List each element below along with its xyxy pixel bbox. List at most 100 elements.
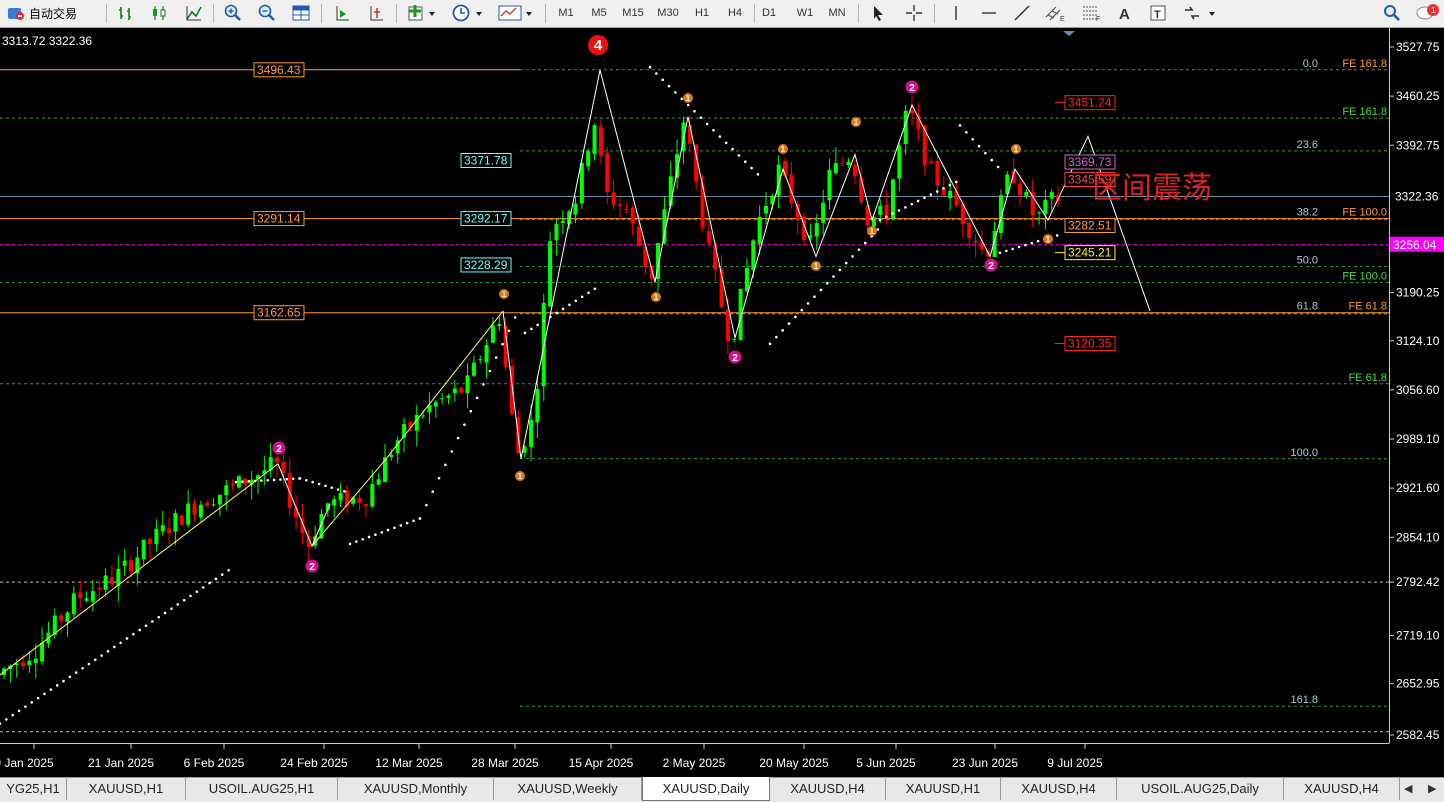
sar-dot xyxy=(336,488,340,491)
tab-usoil-h1[interactable]: USOIL.AUG25,H1 xyxy=(186,778,338,800)
sar-dot xyxy=(1030,241,1034,245)
auto-trading-button[interactable]: 自动交易 xyxy=(6,3,98,23)
sar-dot xyxy=(844,261,848,265)
fe-label: FE 100.0 xyxy=(1342,207,1387,219)
cyan-price-tag-text: 3228.29 xyxy=(464,258,508,272)
periods-button[interactable] xyxy=(449,3,487,23)
sar-dot xyxy=(285,477,289,481)
arrows-button[interactable] xyxy=(1180,3,1220,23)
indicators-button[interactable] xyxy=(404,3,440,23)
price-info: 3313.72 3322.36 xyxy=(2,34,92,48)
crosshair-button[interactable] xyxy=(902,3,926,23)
text-label-button[interactable]: T xyxy=(1146,3,1170,23)
sar-dot xyxy=(648,65,652,69)
timeframe-m1[interactable]: M1 xyxy=(550,3,582,23)
sar-dot xyxy=(298,477,302,480)
wave-label-text: 1 xyxy=(854,118,859,127)
wave-label-text: 1 xyxy=(502,290,507,299)
tile-windows-button[interactable] xyxy=(289,3,313,23)
tab-xauusd-h1-b[interactable]: XAUUSD,H1 xyxy=(886,778,1001,800)
zoom-out-button[interactable] xyxy=(255,3,279,23)
timeframe-h1[interactable]: H1 xyxy=(686,3,718,23)
candle-body xyxy=(1030,191,1035,216)
tab-xauusd-h1[interactable]: XAUUSD,H1 xyxy=(67,778,186,800)
chart-shift-marker-icon[interactable] xyxy=(1063,31,1075,36)
svg-text:E: E xyxy=(1060,16,1065,22)
chart-canvas[interactable]: 0.0 23.6 38.2 50.0 61.8 100.0 161.8 FE 161.8 FE … xyxy=(0,28,1444,773)
sar-dot xyxy=(699,116,703,119)
tab-usoil-daily[interactable]: USOIL.AUG25,Daily xyxy=(1117,778,1284,800)
line-chart-icon xyxy=(186,6,202,21)
price-chart[interactable]: 0.0 23.6 38.2 50.0 61.8 100.0 161.8 FE 161.8 FE … xyxy=(0,28,1444,773)
fibonacci-button[interactable]: F xyxy=(1078,3,1106,23)
candle-body xyxy=(490,325,495,343)
notifications-button[interactable]: 1 xyxy=(1414,3,1440,23)
auto-trading-icon xyxy=(7,5,25,21)
fe-label: FE 161.8 xyxy=(1342,106,1387,118)
template-icon xyxy=(498,5,532,21)
templates-button[interactable] xyxy=(495,3,537,23)
candle-body xyxy=(757,216,762,244)
candlestick-button[interactable] xyxy=(147,3,171,23)
tab-xauusd-weekly[interactable]: XAUUSD,Weekly xyxy=(494,778,642,800)
timeframe-m15[interactable]: M15 xyxy=(617,3,649,23)
candle-body xyxy=(332,499,337,506)
sar-dot xyxy=(800,308,804,312)
timeframe-mn[interactable]: MN xyxy=(821,3,853,23)
timeframe-w1[interactable]: W1 xyxy=(789,3,821,23)
tab-xauusd-h4-b[interactable]: XAUUSD,H4 xyxy=(1001,778,1117,800)
sar-dot xyxy=(17,709,21,713)
sar-dot xyxy=(279,478,282,481)
tabs-scroll-right-icon[interactable]: ▶ xyxy=(1428,778,1436,800)
sar-dot xyxy=(311,480,315,484)
right-price-tag-text: 3282.51 xyxy=(1068,218,1112,232)
sar-dot xyxy=(667,84,671,88)
trendline-button[interactable] xyxy=(1010,3,1034,23)
cursor-button[interactable] xyxy=(866,3,890,23)
search-icon xyxy=(1384,5,1400,21)
timeframe-m5[interactable]: M5 xyxy=(583,3,615,23)
sar-dot xyxy=(176,603,180,606)
tab-xauusd-daily[interactable]: XAUUSD,Daily xyxy=(642,777,770,801)
sar-dot xyxy=(686,103,690,107)
auto-scroll-button[interactable] xyxy=(330,3,354,23)
tab-yg25-h1[interactable]: YG25,H1 xyxy=(0,778,67,800)
tab-xauusd-h4[interactable]: XAUUSD,H4 xyxy=(770,778,886,800)
sar-dot xyxy=(542,319,546,323)
candle-body xyxy=(40,642,45,662)
search-button[interactable] xyxy=(1380,3,1404,23)
equidistant-channel-button[interactable]: E xyxy=(1042,3,1070,23)
timeframe-m30[interactable]: M30 xyxy=(652,3,684,23)
trendline-icon xyxy=(1014,5,1030,21)
text-tool-button[interactable]: A xyxy=(1113,3,1137,23)
sar-dot xyxy=(463,423,466,426)
sar-dot xyxy=(954,180,958,184)
sar-dot xyxy=(272,478,276,482)
timeframe-h4[interactable]: H4 xyxy=(719,3,751,23)
zoom-in-button[interactable] xyxy=(221,3,245,23)
candle-body xyxy=(148,539,153,544)
cursor-arrow-icon xyxy=(874,6,883,21)
tab-xauusd-h4-c[interactable]: XAUUSD,H4 xyxy=(1284,778,1400,800)
bar-chart-button[interactable] xyxy=(114,3,138,23)
tab-xauusd-monthly[interactable]: XAUUSD,Monthly xyxy=(338,778,494,800)
chart-shift-button[interactable] xyxy=(364,3,388,23)
candle-body xyxy=(90,591,95,602)
vertical-line-button[interactable] xyxy=(944,3,968,23)
sar-dot xyxy=(386,528,390,532)
sar-dot xyxy=(705,122,709,126)
horizontal-line-button[interactable] xyxy=(977,3,1001,23)
tabs-scroll-left-icon[interactable]: ◀ xyxy=(1404,778,1412,800)
candle-body xyxy=(167,528,172,533)
line-chart-button[interactable] xyxy=(182,3,206,23)
sar-dot xyxy=(30,701,34,704)
timeframe-d1[interactable]: D1 xyxy=(753,3,785,23)
text-label-icon: T xyxy=(1150,5,1166,21)
fib-label: 50.0 xyxy=(1297,255,1318,267)
toolbar-separator xyxy=(545,4,546,23)
candle-body xyxy=(65,612,70,622)
sar-dot xyxy=(680,97,684,101)
candle-body xyxy=(243,478,248,485)
sar-dot xyxy=(355,540,358,543)
auto-scroll-icon xyxy=(336,6,349,21)
